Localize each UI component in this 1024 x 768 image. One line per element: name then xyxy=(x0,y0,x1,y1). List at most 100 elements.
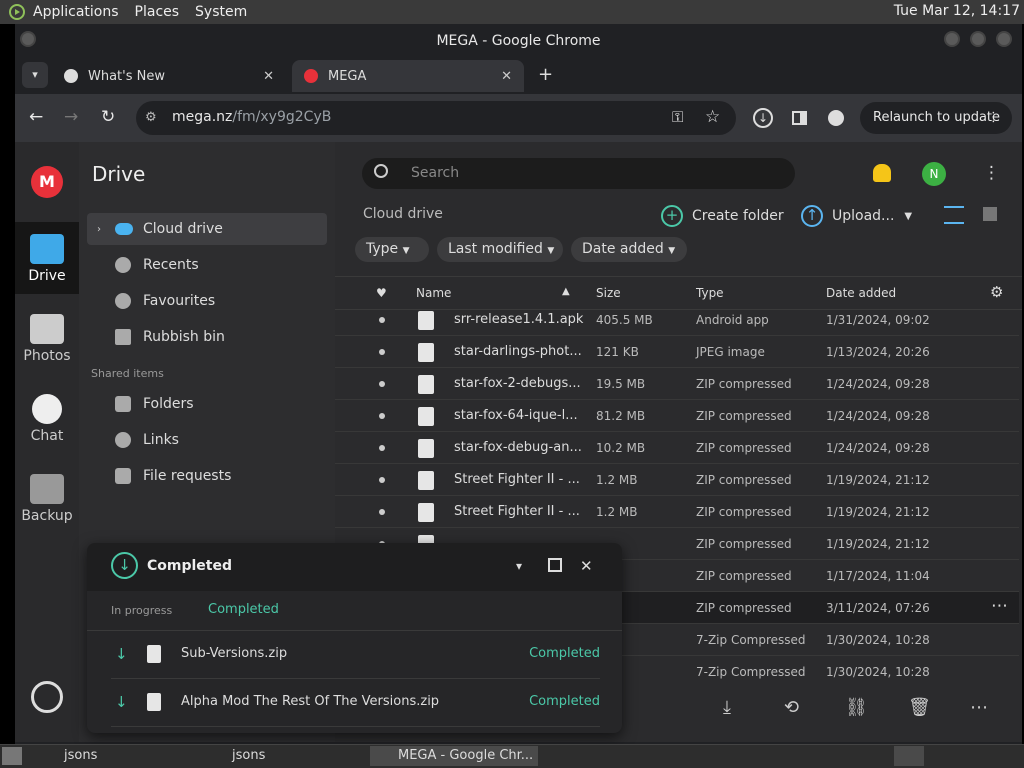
collapse-chevron-icon[interactable]: ▾ xyxy=(516,559,522,573)
bullet-icon xyxy=(379,445,385,451)
taskbar-item-chrome[interactable]: MEGA - Google Chr... xyxy=(370,746,538,766)
transfer-item-name: Sub-Versions.zip xyxy=(181,646,288,661)
upload-button[interactable]: ↑ Upload... ▼ xyxy=(801,205,912,227)
filter-type[interactable]: Type ▼ xyxy=(355,237,429,262)
column-name[interactable]: Name xyxy=(416,286,451,300)
transfer-item[interactable]: ↓ Alpha Mod The Rest Of The Versions.zip… xyxy=(111,679,600,727)
maximize-button[interactable] xyxy=(970,31,986,47)
system-clock[interactable]: Tue Mar 12, 14:17 xyxy=(894,3,1020,19)
row-more-icon[interactable]: ⋯ xyxy=(991,596,1008,616)
download-icon[interactable]: ⤓ xyxy=(723,697,731,718)
rail-drive[interactable]: Drive xyxy=(15,222,79,294)
tab-label: MEGA xyxy=(328,68,367,84)
rail-chat[interactable]: Chat xyxy=(15,382,79,454)
rail-label: Drive xyxy=(28,268,66,284)
table-row[interactable]: star-fox-debug-an... 10.2 MB ZIP compresse… xyxy=(335,432,1019,464)
column-type[interactable]: Type xyxy=(696,286,724,300)
menu-applications[interactable]: Applications xyxy=(33,4,119,20)
downloads-icon[interactable]: ↓ xyxy=(753,108,773,128)
table-row[interactable]: star-darlings-phot... 121 KB JPEG image 1/1… xyxy=(335,336,1019,368)
trash-icon[interactable]: 🗑 xyxy=(908,697,931,718)
taskbar-label: jsons xyxy=(64,748,98,763)
more-actions-icon[interactable]: ⋯ xyxy=(970,697,988,718)
bell-icon[interactable] xyxy=(873,164,891,182)
file-name: star-fox-debug-an... xyxy=(454,440,582,455)
back-arrow-icon[interactable]: ← xyxy=(29,107,43,127)
favourite-column-heart-icon[interactable]: ♥ xyxy=(376,286,387,300)
transfer-item[interactable]: ↓ Sub-Versions.zip Completed xyxy=(111,631,600,679)
nav-cloud-drive[interactable]: › Cloud drive xyxy=(87,213,327,245)
bookmark-star-icon[interactable]: ☆ xyxy=(705,107,720,127)
close-icon[interactable]: ✕ xyxy=(580,557,593,575)
side-panel-icon[interactable] xyxy=(792,111,807,125)
nav-recents[interactable]: Recents xyxy=(87,249,327,281)
tab-search-chevron-icon[interactable]: ▾ xyxy=(22,62,48,88)
site-info-icon[interactable]: ⚙ xyxy=(145,110,157,125)
nav-favourites[interactable]: Favourites xyxy=(87,285,327,317)
shared-folder-icon xyxy=(115,396,131,412)
more-menu-icon[interactable]: ⋮ xyxy=(983,163,1000,183)
tab-close-icon[interactable]: ✕ xyxy=(263,69,274,84)
zip-file-icon xyxy=(147,645,161,663)
table-row[interactable]: srr-release1.4.1.apk 405.5 MB Android app 1… xyxy=(335,304,1019,336)
tab-in-progress[interactable]: In progress xyxy=(111,604,172,617)
rail-label: Chat xyxy=(30,428,64,444)
window-menu-button[interactable] xyxy=(20,31,36,47)
tray-chrome-icon[interactable] xyxy=(894,746,924,766)
distro-logo-icon[interactable] xyxy=(9,4,25,20)
relaunch-to-update-button[interactable]: Relaunch to update ⋮ xyxy=(860,102,1012,134)
avatar[interactable]: N xyxy=(922,162,946,186)
popout-icon[interactable] xyxy=(548,558,562,572)
minimize-button[interactable] xyxy=(944,31,960,47)
table-row[interactable]: star-fox-2-debugs... 19.5 MB ZIP compresse… xyxy=(335,368,1019,400)
create-folder-button[interactable]: + Create folder xyxy=(661,205,784,227)
show-desktop-icon[interactable] xyxy=(2,747,22,765)
file-size: 10.2 MB xyxy=(596,441,646,455)
taskbar-item-jsons-1[interactable]: jsons xyxy=(36,746,196,766)
taskbar-item-jsons-2[interactable]: jsons xyxy=(204,746,364,766)
bullet-icon xyxy=(379,477,385,483)
column-size[interactable]: Size xyxy=(596,286,621,300)
bullet-icon xyxy=(379,509,385,515)
column-date-added[interactable]: Date added xyxy=(826,286,896,300)
mega-logo-icon[interactable]: M xyxy=(31,166,63,198)
tab-completed[interactable]: Completed xyxy=(208,602,279,617)
nav-rubbish-bin[interactable]: Rubbish bin xyxy=(87,321,327,353)
rail-backup[interactable]: Backup xyxy=(15,462,79,534)
menu-system[interactable]: System xyxy=(195,4,247,20)
menu-places[interactable]: Places xyxy=(135,4,180,20)
profile-icon[interactable] xyxy=(828,110,844,126)
filter-last-modified[interactable]: Last modified ▼ xyxy=(437,237,563,262)
grid-view-icon[interactable] xyxy=(983,207,997,221)
file-type: JPEG image xyxy=(696,345,765,359)
list-view-icon[interactable] xyxy=(944,206,964,224)
breadcrumb[interactable]: Cloud drive xyxy=(363,206,443,222)
table-row[interactable]: Street Fighter II - ... 1.2 MB ZIP compres… xyxy=(335,464,1019,496)
nav-links[interactable]: Links xyxy=(87,424,327,456)
link-icon[interactable]: ⛓ xyxy=(845,697,868,718)
share-icon[interactable]: ⟲ xyxy=(784,697,799,718)
tab-mega[interactable]: MEGA ✕ xyxy=(292,60,524,92)
rail-photos[interactable]: Photos xyxy=(15,302,79,374)
tab-close-icon[interactable]: ✕ xyxy=(501,69,512,84)
url-text[interactable]: mega.nz/fm/xy9g2CyB xyxy=(172,109,331,125)
sort-up-icon[interactable]: ▲ xyxy=(562,286,570,297)
forward-arrow-icon[interactable]: → xyxy=(64,107,78,127)
backup-devices-icon xyxy=(30,474,64,504)
file-date: 1/19/2024, 21:12 xyxy=(826,537,930,551)
nav-file-requests[interactable]: File requests xyxy=(87,460,327,492)
nav-folders[interactable]: Folders xyxy=(87,388,327,420)
search-icon xyxy=(374,164,388,178)
kebab-menu-icon[interactable]: ⋮ xyxy=(987,102,1000,134)
column-settings-gear-icon[interactable]: ⚙ xyxy=(990,283,1003,301)
key-icon[interactable]: ⚿ xyxy=(672,108,683,126)
table-row[interactable]: Street Fighter II - ... 1.2 MB ZIP compres… xyxy=(335,496,1019,528)
filter-date-added[interactable]: Date added ▼ xyxy=(571,237,687,262)
sync-icon[interactable] xyxy=(31,681,63,713)
file-date: 1/24/2024, 09:28 xyxy=(826,409,930,423)
close-window-button[interactable] xyxy=(996,31,1012,47)
reload-icon[interactable]: ↻ xyxy=(101,107,115,127)
new-tab-button[interactable]: + xyxy=(538,64,553,85)
table-row[interactable]: star-fox-64-ique-l... 81.2 MB ZIP compress… xyxy=(335,400,1019,432)
tab-whats-new[interactable]: What's New ✕ xyxy=(52,60,286,92)
